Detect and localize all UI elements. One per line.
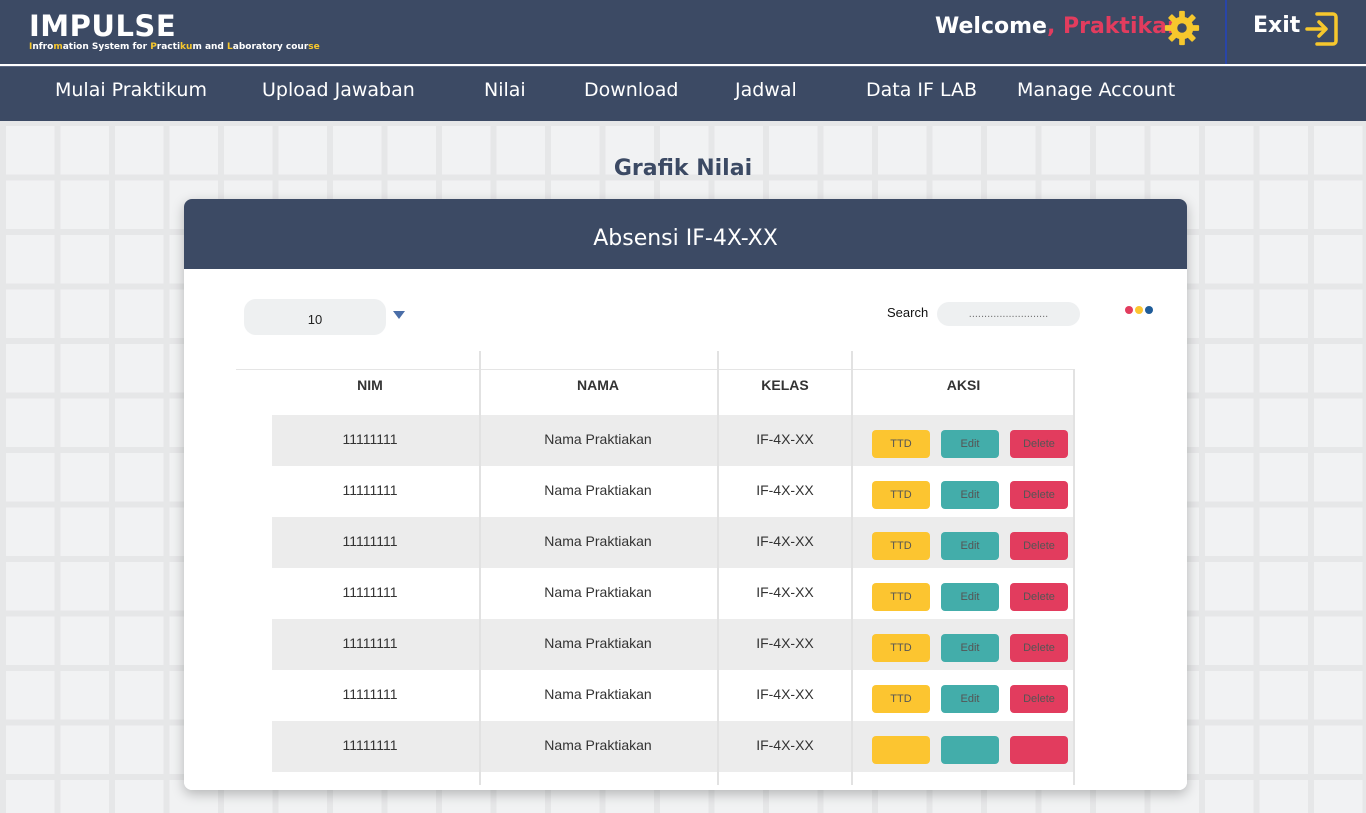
subtitle-part: ation System for	[62, 42, 151, 52]
attendance-card: Absensi IF-4X-XX 10 Search NIM NAMA KELA…	[184, 199, 1187, 790]
edit-button[interactable]: Edit	[941, 583, 999, 611]
header-aksi: AKSI	[946, 377, 981, 393]
exit-label[interactable]: Exit	[1253, 13, 1300, 38]
cell-nama: Nama Praktiakan	[544, 584, 652, 600]
subtitle-part: nfro	[32, 42, 54, 52]
subtitle-part: P	[150, 42, 157, 52]
cell-kelas: IF-4X-XX	[756, 737, 814, 753]
card-body: 10 Search NIM NAMA KELAS AKSI 11111111 Na…	[184, 269, 1187, 790]
app-subtitle: Infromation System for Practikum and Lab…	[29, 42, 320, 52]
subtitle-part: aboratory cour	[232, 42, 309, 52]
subtitle-part: racti	[156, 42, 181, 52]
edit-button[interactable]: Edit	[941, 481, 999, 509]
chevron-down-icon[interactable]	[393, 311, 405, 319]
top-bar: IMPULSE Infromation System for Practikum…	[0, 0, 1366, 64]
cell-nama: Nama Praktiakan	[544, 482, 652, 498]
header-divider	[1225, 0, 1227, 64]
dot-red	[1125, 306, 1133, 314]
nav-data-if-lab[interactable]: Data IF LAB	[866, 79, 977, 101]
ttd-button[interactable]: TTD	[872, 634, 930, 662]
cell-kelas: IF-4X-XX	[756, 482, 814, 498]
welcome-prefix: Welcome	[935, 14, 1047, 39]
edit-button[interactable]: Edit	[941, 685, 999, 713]
search-input[interactable]	[937, 302, 1080, 326]
delete-button[interactable]: Delete	[1010, 532, 1068, 560]
page-size-select[interactable]: 10	[244, 299, 386, 335]
cell-nim: 11111111	[342, 482, 398, 498]
subtitle-part: m	[53, 42, 63, 52]
search-label: Search	[887, 305, 929, 320]
cell-nim: 11111111	[342, 635, 398, 651]
cell-nama: Nama Praktiakan	[544, 737, 652, 753]
card-title: Absensi IF-4X-XX	[184, 199, 1187, 269]
cell-nim: 11111111	[342, 533, 398, 549]
table-body: 11111111 Nama Praktiakan IF-4X-XX TTD Edit De…	[236, 415, 1075, 772]
cell-kelas: IF-4X-XX	[756, 431, 814, 447]
subtitle-part: se	[308, 42, 320, 52]
subtitle-part: ku	[180, 42, 193, 52]
main-nav: Mulai Praktikum Upload Jawaban Nilai Dow…	[0, 66, 1366, 121]
table-row: 11111111 Nama Praktiakan IF-4X-XX TTD Edit De…	[236, 568, 1075, 619]
welcome-text: Welcome, Praktikan	[935, 14, 1183, 39]
dot-yellow	[1135, 306, 1143, 314]
exit-icon[interactable]	[1303, 10, 1339, 48]
column-divider	[1073, 369, 1075, 785]
delete-button[interactable]	[1010, 736, 1068, 764]
edit-button[interactable]: Edit	[941, 634, 999, 662]
gear-icon[interactable]	[1163, 9, 1201, 47]
welcome-separator: ,	[1046, 14, 1063, 39]
table-row: 11111111 Nama Praktiakan IF-4X-XX TTD Edit De…	[236, 466, 1075, 517]
nav-nilai[interactable]: Nilai	[484, 79, 526, 101]
table-row: 11111111 Nama Praktiakan IF-4X-XX TTD Edit De…	[236, 670, 1075, 721]
more-options-icon[interactable]	[1125, 299, 1155, 318]
attendance-table: NIM NAMA KELAS AKSI 11111111 Nama Praktia…	[236, 351, 1075, 785]
page-title: Grafik Nilai	[613, 156, 753, 181]
cell-nim: 11111111	[342, 584, 398, 600]
table-row: 11111111 Nama Praktiakan IF-4X-XX TTD Edit De…	[236, 517, 1075, 568]
subtitle-part: m and	[192, 42, 228, 52]
column-divider	[717, 351, 719, 785]
column-divider	[851, 351, 853, 785]
cell-nim: 11111111	[342, 737, 398, 753]
cell-nim: 11111111	[342, 431, 398, 447]
header-nama: NAMA	[577, 377, 619, 393]
table-row: 11111111 Nama Praktiakan IF-4X-XX	[236, 721, 1075, 772]
nav-jadwal[interactable]: Jadwal	[735, 79, 797, 101]
delete-button[interactable]: Delete	[1010, 685, 1068, 713]
cell-nama: Nama Praktiakan	[544, 533, 652, 549]
edit-button[interactable]: Edit	[941, 430, 999, 458]
table-header: NIM NAMA KELAS AKSI	[236, 369, 1075, 415]
ttd-button[interactable]: TTD	[872, 430, 930, 458]
ttd-button[interactable]: TTD	[872, 532, 930, 560]
cell-kelas: IF-4X-XX	[756, 686, 814, 702]
delete-button[interactable]: Delete	[1010, 481, 1068, 509]
cell-nama: Nama Praktiakan	[544, 686, 652, 702]
nav-download[interactable]: Download	[584, 79, 678, 101]
nav-manage-account[interactable]: Manage Account	[1017, 79, 1175, 101]
column-divider	[479, 351, 481, 785]
nav-mulai-praktikum[interactable]: Mulai Praktikum	[55, 79, 207, 101]
delete-button[interactable]: Delete	[1010, 430, 1068, 458]
app-logo: IMPULSE	[29, 9, 177, 43]
edit-button[interactable]	[941, 736, 999, 764]
dot-blue	[1145, 306, 1153, 314]
ttd-button[interactable]	[872, 736, 930, 764]
header-nim: NIM	[357, 377, 383, 393]
edit-button[interactable]: Edit	[941, 532, 999, 560]
delete-button[interactable]: Delete	[1010, 583, 1068, 611]
cell-kelas: IF-4X-XX	[756, 584, 814, 600]
nav-upload-jawaban[interactable]: Upload Jawaban	[262, 79, 415, 101]
ttd-button[interactable]: TTD	[872, 685, 930, 713]
ttd-button[interactable]: TTD	[872, 481, 930, 509]
cell-kelas: IF-4X-XX	[756, 635, 814, 651]
cell-nama: Nama Praktiakan	[544, 635, 652, 651]
ttd-button[interactable]: TTD	[872, 583, 930, 611]
delete-button[interactable]: Delete	[1010, 634, 1068, 662]
cell-nama: Nama Praktiakan	[544, 431, 652, 447]
header-kelas: KELAS	[761, 377, 809, 393]
cell-kelas: IF-4X-XX	[756, 533, 814, 549]
table-row: 11111111 Nama Praktiakan IF-4X-XX TTD Edit De…	[236, 619, 1075, 670]
table-row: 11111111 Nama Praktiakan IF-4X-XX TTD Edit De…	[236, 415, 1075, 466]
cell-nim: 11111111	[342, 686, 398, 702]
